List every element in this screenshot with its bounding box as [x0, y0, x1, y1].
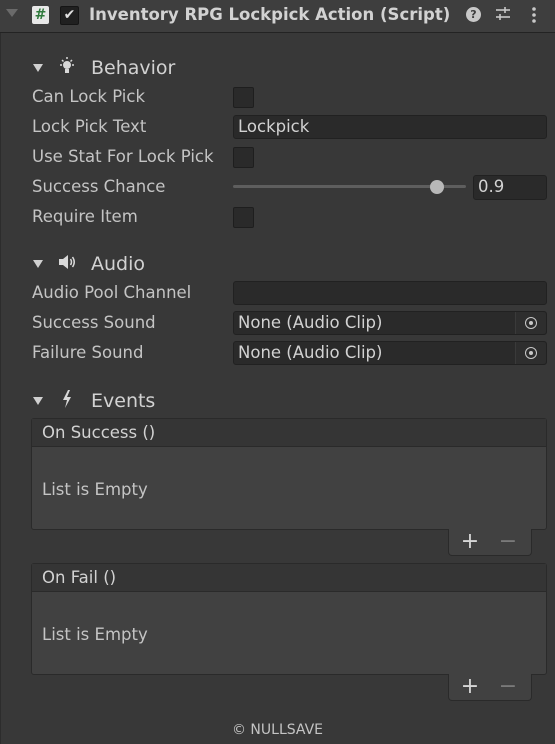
lightning-icon	[57, 390, 77, 412]
script-icon: #	[32, 6, 49, 24]
require-item-label: Require Item	[32, 207, 138, 226]
component-header[interactable]: # ✔ Inventory RPG Lockpick Action (Scrip…	[0, 0, 555, 33]
lock-pick-text-field[interactable]: Lockpick	[233, 115, 547, 139]
foldout-arrow-icon[interactable]	[6, 9, 18, 17]
success-chance-slider-thumb[interactable]	[430, 180, 445, 194]
on-fail-list-buttons: + −	[448, 674, 532, 701]
remove-button[interactable]: −	[493, 674, 523, 700]
help-icon[interactable]: ?	[466, 7, 481, 22]
audio-section-label: Audio	[91, 253, 146, 275]
add-button[interactable]: +	[455, 529, 485, 555]
expand-triangle-icon	[33, 397, 43, 405]
expand-triangle-icon	[33, 260, 43, 268]
audio-pool-channel-field[interactable]	[233, 281, 547, 305]
success-sound-field[interactable]: None (Audio Clip)	[233, 311, 547, 335]
lock-pick-text-label: Lock Pick Text	[32, 117, 147, 136]
lightbulb-icon	[57, 57, 77, 79]
context-menu-icon[interactable]	[528, 5, 540, 25]
success-sound-label: Success Sound	[32, 313, 156, 332]
component-enabled-checkbox[interactable]: ✔	[60, 6, 79, 25]
events-section-header[interactable]: Events	[33, 389, 155, 413]
can-lock-pick-label: Can Lock Pick	[32, 87, 146, 106]
speaker-icon	[57, 254, 77, 274]
behavior-section-label: Behavior	[91, 57, 176, 79]
object-picker-icon[interactable]	[515, 342, 546, 364]
object-picker-icon[interactable]	[515, 312, 546, 334]
success-chance-field[interactable]: 0.9	[473, 175, 547, 200]
on-fail-event-list: On Fail () List is Empty	[31, 563, 547, 675]
expand-triangle-icon	[33, 64, 43, 72]
copyright-footer: © NULLSAVE	[231, 722, 324, 738]
inspector-border	[0, 0, 1, 744]
failure-sound-label: Failure Sound	[32, 343, 144, 362]
component-title: Inventory RPG Lockpick Action (Script)	[89, 5, 451, 24]
use-stat-label: Use Stat For Lock Pick	[32, 147, 214, 166]
on-fail-empty-text: List is Empty	[42, 625, 148, 644]
events-section-label: Events	[91, 390, 156, 412]
use-stat-checkbox[interactable]	[233, 147, 254, 168]
success-sound-value: None (Audio Clip)	[238, 313, 383, 332]
audio-pool-channel-label: Audio Pool Channel	[32, 283, 192, 302]
success-chance-label: Success Chance	[32, 177, 166, 196]
on-success-empty-text: List is Empty	[42, 480, 148, 499]
on-fail-header: On Fail ()	[32, 564, 546, 592]
behavior-section-header[interactable]: Behavior	[33, 56, 175, 80]
can-lock-pick-checkbox[interactable]	[233, 87, 254, 108]
failure-sound-field[interactable]: None (Audio Clip)	[233, 341, 547, 365]
on-success-event-list: On Success () List is Empty	[31, 418, 547, 530]
remove-button[interactable]: −	[493, 529, 523, 555]
failure-sound-value: None (Audio Clip)	[238, 343, 383, 362]
add-button[interactable]: +	[455, 674, 485, 700]
on-success-list-buttons: + −	[448, 529, 532, 556]
on-success-header: On Success ()	[32, 419, 546, 447]
audio-section-header[interactable]: Audio	[33, 252, 145, 276]
preset-icon[interactable]	[494, 5, 512, 23]
require-item-checkbox[interactable]	[233, 207, 254, 228]
